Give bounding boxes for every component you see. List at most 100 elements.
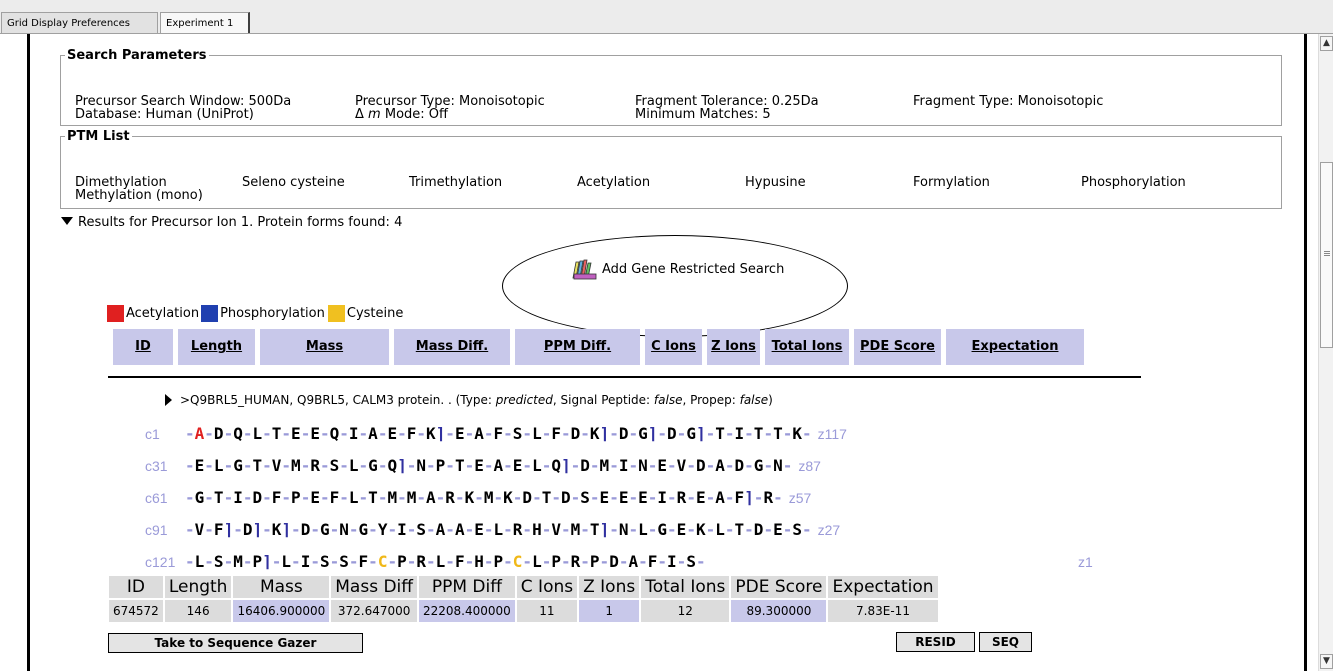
fragment-cleavage-mark: ⌉ (262, 552, 272, 571)
sort-ppm-diff-header[interactable]: PPM Diff. (515, 329, 640, 365)
amino-acid: E (310, 424, 320, 443)
amino-acid: A (715, 488, 725, 507)
amino-acid: F (734, 488, 745, 507)
amino-acid: V (194, 520, 205, 539)
amino-acid: S (792, 520, 802, 539)
sequence-row: c121 -L-S-M-P⌉-L-I-S-S-F-C-P-R-L-F-H-P-C-… (145, 551, 1093, 573)
scroll-down-arrow-icon[interactable]: ▼ (1320, 654, 1333, 669)
resid-button[interactable]: RESID (896, 632, 975, 652)
delta-m: m (368, 107, 381, 122)
amino-acid: D (252, 488, 263, 507)
amino-acid: M (387, 488, 398, 507)
delta-m-mode: Δ m Mode: Off (355, 108, 448, 121)
amino-acid: A (368, 424, 378, 443)
results-toggle[interactable]: Results for Precursor Ion 1. Protein for… (61, 215, 402, 230)
bond-dash: - (522, 456, 533, 475)
scrollbar-thumb[interactable] (1320, 162, 1333, 348)
bond-dash: - (541, 552, 552, 571)
ptm-item: Hypusine (745, 175, 806, 190)
amino-acid: G (686, 424, 696, 443)
amino-acid: T (753, 424, 764, 443)
protein-entry[interactable]: >Q9BRL5_HUMAN, Q9BRL5, CALM3 protein. . … (165, 393, 773, 407)
amino-acid: G (319, 520, 330, 539)
propep-value: false (739, 393, 769, 407)
bond-dash: - (358, 424, 369, 443)
amino-acid: S (580, 488, 590, 507)
bond-dash: - (609, 520, 619, 539)
bond-dash: - (262, 520, 272, 539)
bond-dash: - (406, 520, 417, 539)
protein-close: ) (768, 393, 773, 407)
sort-mass-header[interactable]: Mass (260, 329, 389, 365)
c-ion-position: c91 (145, 522, 168, 538)
tab-experiment-1[interactable]: Experiment 1 (160, 12, 250, 33)
add-gene-restricted-search-button[interactable]: Add Gene Restricted Search (570, 258, 784, 280)
legend-label-phosphorylation: Phosphorylation (220, 306, 325, 321)
amino-acid: K (503, 488, 513, 507)
bond-dash: - (464, 520, 475, 539)
amino-acid: N (339, 520, 349, 539)
amino-acid: R (676, 488, 687, 507)
sort-expectation-header[interactable]: Expectation (946, 329, 1084, 365)
amino-acid: F (551, 424, 561, 443)
amino-acid: K (695, 520, 706, 539)
bond-dash: - (406, 552, 417, 571)
tab-grid-display-preferences[interactable]: Grid Display Preferences (1, 12, 158, 33)
bond-dash: - (445, 520, 455, 539)
ptm-item: Formylation (913, 175, 990, 190)
c-ion-position: c31 (145, 458, 168, 474)
bond-dash: - (560, 552, 571, 571)
sort-mass-diff-header[interactable]: Mass Diff. (394, 329, 510, 365)
bond-dash: - (802, 520, 812, 539)
bond-dash: - (185, 488, 195, 507)
amino-acid: L (252, 424, 263, 443)
collapse-triangle-icon[interactable] (61, 217, 73, 225)
amino-acid: L (194, 552, 205, 571)
amino-acid: D (609, 552, 619, 571)
scroll-up-arrow-icon[interactable]: ▲ (1320, 36, 1333, 51)
bond-dash: - (426, 552, 436, 571)
amino-acid: M (406, 488, 417, 507)
bond-dash: - (676, 552, 687, 571)
sort-c-ions-header[interactable]: C Ions (645, 329, 702, 365)
results-header-row: ID Length Mass Mass Diff PPM Diff C Ions… (109, 576, 938, 598)
sort-total-ions-header[interactable]: Total Ions (765, 329, 849, 365)
amino-acid: T (734, 520, 745, 539)
bond-dash: - (262, 424, 272, 443)
bond-dash: - (368, 520, 378, 539)
bond-dash: - (647, 456, 658, 475)
sort-z-ions-header[interactable]: Z Ions (707, 329, 760, 365)
bond-dash: - (599, 552, 610, 571)
delta-symbol: Δ (355, 107, 364, 122)
bond-dash: - (753, 488, 764, 507)
search-parameters-title: Search Parameters (67, 48, 207, 63)
sort-length-header[interactable]: Length (178, 329, 255, 365)
bond-dash: - (416, 424, 427, 443)
amino-acid: N (773, 456, 783, 475)
amino-acid: T (252, 456, 263, 475)
col-ppm-diff: PPM Diff (418, 576, 515, 598)
bond-dash: - (782, 520, 793, 539)
sort-id-header[interactable]: ID (113, 329, 173, 365)
bond-dash: - (657, 552, 668, 571)
expand-triangle-icon[interactable] (165, 394, 172, 406)
fragment-cleavage-mark: ⌉ (695, 424, 706, 443)
sequence-row: c61 -G-T-I-D-F-P-E-F-L-T-M-M-A-R-K-M-K-D-… (145, 487, 811, 509)
bond-dash: - (358, 456, 369, 475)
col-length: Length (164, 576, 232, 598)
bond-dash: - (724, 520, 735, 539)
bond-dash: - (483, 424, 494, 443)
amino-acid: A (628, 552, 639, 571)
bond-dash: - (628, 520, 639, 539)
take-to-sequence-gazer-button[interactable]: Take to Sequence Gazer (108, 633, 363, 653)
seq-button[interactable]: SEQ (979, 632, 1032, 652)
fragment-cleavage-mark: ⌉ (223, 520, 234, 539)
amino-acid: T (271, 424, 282, 443)
amino-acid: M (483, 488, 494, 507)
bond-dash: - (512, 488, 523, 507)
bond-dash: - (705, 520, 716, 539)
bond-dash: - (310, 520, 320, 539)
vertical-scrollbar[interactable]: ▲ ▼ (1318, 34, 1333, 671)
sort-pde-score-header[interactable]: PDE Score (854, 329, 941, 365)
bond-dash: - (695, 552, 706, 571)
